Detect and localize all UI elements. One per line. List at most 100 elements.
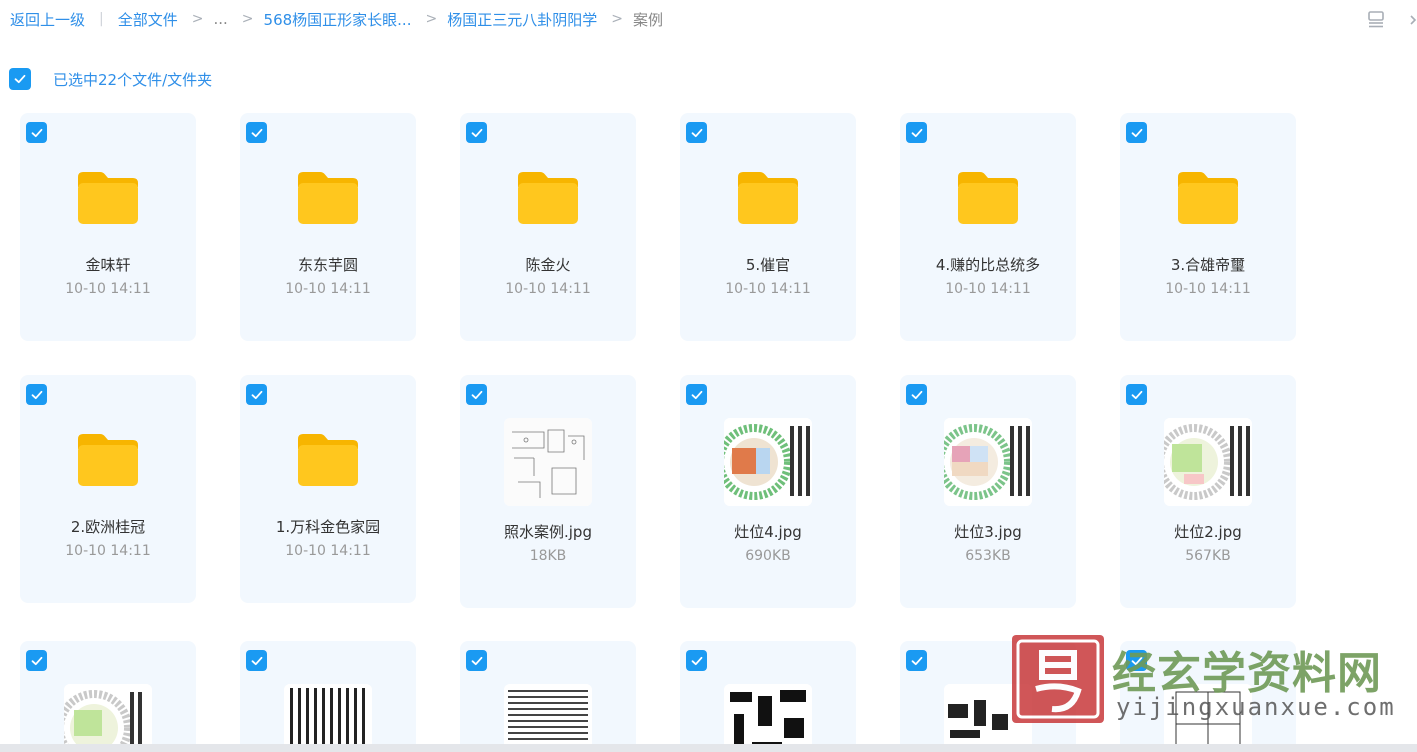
check-icon <box>14 74 26 84</box>
image-thumbnail <box>284 684 372 752</box>
watermark-url: yijingxuanxue.com <box>1116 693 1396 721</box>
selection-count-text: 已选中22个文件/文件夹 <box>53 70 213 89</box>
item-name: 灶位4.jpg <box>734 523 802 541</box>
item-checkbox[interactable] <box>246 384 267 405</box>
item-checkbox[interactable] <box>26 384 47 405</box>
horizontal-scrollbar[interactable] <box>0 744 1417 752</box>
folder-icon <box>78 434 138 486</box>
folder-icon <box>78 172 138 224</box>
watermark-seal-logo <box>1012 635 1104 723</box>
item-date: 10-10 14:11 <box>285 543 371 559</box>
item-date: 10-10 14:11 <box>65 543 151 559</box>
check-icon <box>31 656 42 665</box>
breadcrumb-all-files[interactable]: 全部文件 <box>118 9 178 30</box>
breadcrumb-separator: > <box>611 11 623 27</box>
image-thumbnail <box>64 684 152 752</box>
item-checkbox[interactable] <box>1126 384 1147 405</box>
check-icon <box>1131 128 1142 137</box>
check-icon <box>471 656 482 665</box>
item-date: 10-10 14:11 <box>505 281 591 297</box>
breadcrumb-separator: > <box>241 11 254 27</box>
item-name: 2.欧洲桂冠 <box>70 518 146 536</box>
breadcrumb-ellipsis[interactable]: ... <box>213 10 227 28</box>
image-card[interactable]: 灶位2.jpg 567KB <box>1120 375 1296 608</box>
folder-icon <box>298 172 358 224</box>
check-icon <box>911 128 922 137</box>
image-card[interactable] <box>680 641 856 752</box>
item-date: 10-10 14:11 <box>945 281 1031 297</box>
item-checkbox[interactable] <box>246 650 267 671</box>
breadcrumb-separator: > <box>425 11 438 27</box>
folder-card[interactable]: 5.催官 10-10 14:11 <box>680 113 856 341</box>
item-name: 5.催官 <box>745 256 791 274</box>
check-icon <box>31 390 42 399</box>
folder-card[interactable]: 东东芋圆 10-10 14:11 <box>240 113 416 341</box>
folder-card[interactable]: 4.赚的比总统多 10-10 14:11 <box>900 113 1076 341</box>
image-card[interactable] <box>240 641 416 752</box>
watermark-title: 经玄学资料网 <box>1112 648 1382 699</box>
back-link[interactable]: 返回上一级 <box>10 9 85 30</box>
image-card[interactable] <box>460 641 636 752</box>
item-checkbox[interactable] <box>26 122 47 143</box>
item-name: 灶位2.jpg <box>1174 523 1242 541</box>
item-size: 690KB <box>745 548 791 564</box>
item-date: 10-10 14:11 <box>65 281 151 297</box>
image-card[interactable] <box>20 641 196 752</box>
item-name: 东东芋圆 <box>297 256 358 274</box>
list-view-icon[interactable] <box>1366 9 1386 29</box>
folder-icon <box>958 172 1018 224</box>
folder-card[interactable]: 金味轩 10-10 14:11 <box>20 113 196 341</box>
folder-card[interactable]: 陈金火 10-10 14:11 <box>460 113 636 341</box>
folder-icon <box>738 172 798 224</box>
item-checkbox[interactable] <box>1126 122 1147 143</box>
item-checkbox[interactable] <box>906 122 927 143</box>
folder-card[interactable]: 2.欧洲桂冠 10-10 14:11 <box>20 375 196 603</box>
item-checkbox[interactable] <box>246 122 267 143</box>
image-card[interactable]: 照水案例.jpg 18KB <box>460 375 636 608</box>
check-icon <box>911 390 922 399</box>
check-icon <box>471 128 482 137</box>
check-icon <box>911 656 922 665</box>
breadcrumb-path-568[interactable]: 568杨国正形家长眼... <box>264 9 412 30</box>
folder-card[interactable]: 1.万科金色家园 10-10 14:11 <box>240 375 416 603</box>
folder-icon <box>518 172 578 224</box>
image-thumbnail <box>724 418 812 506</box>
folder-card[interactable]: 3.合雄帝璽 10-10 14:11 <box>1120 113 1296 341</box>
item-checkbox[interactable] <box>466 650 487 671</box>
item-checkbox[interactable] <box>686 384 707 405</box>
check-icon <box>251 390 262 399</box>
item-date: 10-10 14:11 <box>1165 281 1251 297</box>
breadcrumb: 返回上一级 | 全部文件 > ... > 568杨国正形家长眼... > 杨国正… <box>10 8 663 30</box>
folder-icon <box>1178 172 1238 224</box>
item-date: 10-10 14:11 <box>285 281 371 297</box>
item-checkbox[interactable] <box>466 384 487 405</box>
image-thumbnail <box>504 684 592 752</box>
item-name: 灶位3.jpg <box>954 523 1022 541</box>
item-name: 1.万科金色家园 <box>275 518 381 536</box>
check-icon <box>691 390 702 399</box>
select-all-checkbox[interactable] <box>9 68 31 90</box>
selection-bar: 已选中22个文件/文件夹 <box>9 68 212 90</box>
breadcrumb-current: 案例 <box>632 10 663 29</box>
image-card[interactable]: 灶位4.jpg 690KB <box>680 375 856 608</box>
item-checkbox[interactable] <box>686 122 707 143</box>
item-size: 18KB <box>529 548 567 564</box>
more-arrow-icon[interactable] <box>1405 8 1417 28</box>
check-icon <box>31 128 42 137</box>
item-checkbox[interactable] <box>26 650 47 671</box>
check-icon <box>691 128 702 137</box>
item-checkbox[interactable] <box>906 650 927 671</box>
item-checkbox[interactable] <box>906 384 927 405</box>
item-date: 10-10 14:11 <box>725 281 811 297</box>
breadcrumb-separator: > <box>191 11 204 27</box>
image-card[interactable]: 灶位3.jpg 653KB <box>900 375 1076 608</box>
breadcrumb-path-sanyuan[interactable]: 杨国正三元八卦阴阳学 <box>447 9 597 30</box>
image-thumbnail <box>724 684 812 752</box>
watermark: 经玄学资料网 yijingxuanxue.com <box>1012 633 1417 725</box>
item-size: 567KB <box>1185 548 1231 564</box>
breadcrumb-divider: | <box>99 11 104 27</box>
check-icon <box>1131 390 1142 399</box>
item-checkbox[interactable] <box>466 122 487 143</box>
item-checkbox[interactable] <box>686 650 707 671</box>
item-name: 陈金火 <box>525 256 571 274</box>
